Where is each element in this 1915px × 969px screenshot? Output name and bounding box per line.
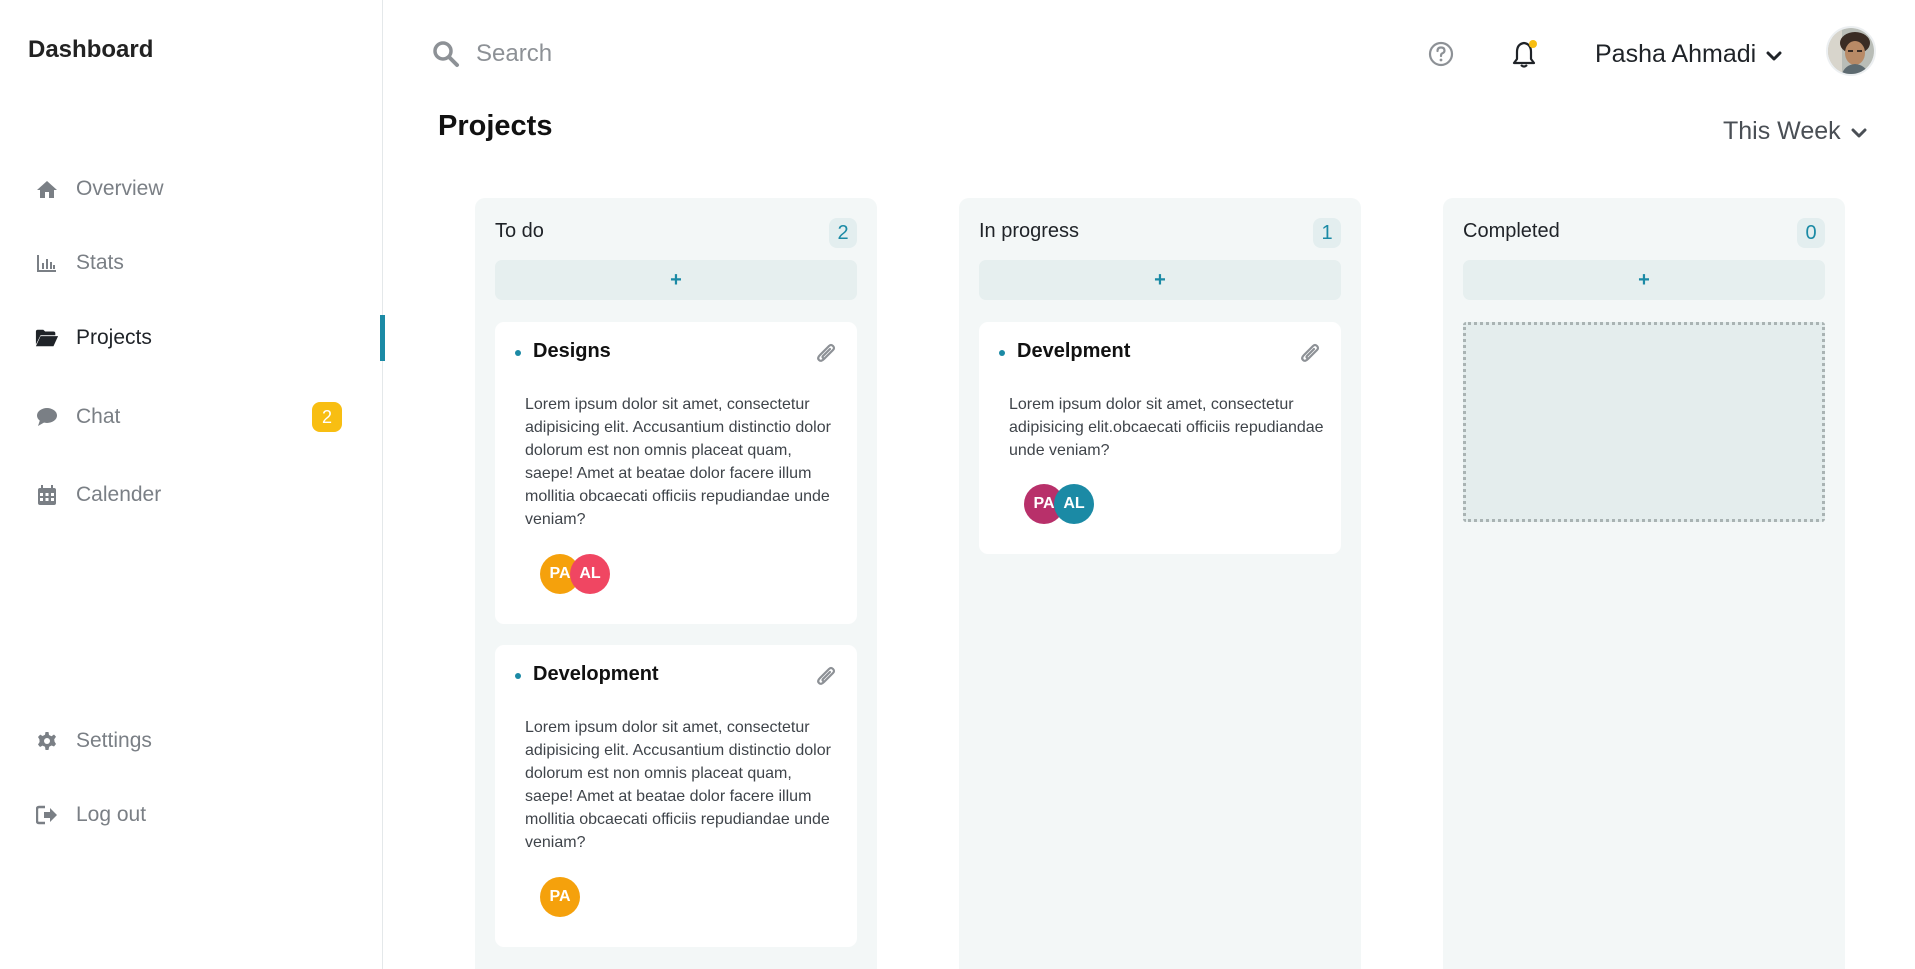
sidebar-item-label: Overview [76,177,164,200]
sidebar-item-chat[interactable]: Chat 2 [35,392,383,442]
task-card[interactable]: Develpment Lorem ipsum dolor sit amet, c… [979,322,1341,554]
page-title: Projects [438,110,553,142]
sidebar-item-label: Log out [76,803,147,826]
assignee-avatar[interactable]: AL [1054,484,1094,524]
active-indicator [380,315,385,361]
assignee-avatar[interactable]: PA [540,877,580,917]
sidebar-item-settings[interactable]: Settings [35,716,383,766]
card-description: Lorem ipsum dolor sit amet, consectetur … [525,396,831,528]
logout-icon [35,803,59,827]
task-card[interactable]: Designs Lorem ipsum dolor sit amet, cons… [495,322,857,624]
home-icon [35,177,59,201]
brand-title: Dashboard [28,36,154,63]
sidebar-item-calender[interactable]: Calender [35,470,383,520]
paperclip-icon[interactable] [815,665,837,694]
user-menu[interactable]: Pasha Ahmadi [1595,40,1782,69]
card-assignees: PA AL [1024,484,1094,524]
column-title: Completed [1463,220,1560,242]
card-bullet [515,673,521,679]
assignee-avatar[interactable]: AL [570,554,610,594]
card-assignees: PA AL [540,554,610,594]
sidebar-item-stats[interactable]: Stats [35,238,383,288]
chat-count-badge: 2 [312,402,342,432]
add-card-button[interactable]: + [495,260,857,300]
folder-open-icon [35,326,59,350]
task-card[interactable]: Development Lorem ipsum dolor sit amet, … [495,645,857,947]
column-count-badge: 0 [1797,218,1825,248]
sidebar-item-label: Settings [76,729,152,752]
chevron-down-icon [1766,40,1782,69]
sidebar-item-label: Projects [76,326,152,349]
chat-bubble-icon [35,405,59,429]
sidebar-item-label: Chat [76,405,121,428]
search-input[interactable] [476,36,876,72]
card-description: Lorem ipsum dolor sit amet, consectetur … [525,719,831,851]
card-title: Designs [533,340,611,362]
period-selector[interactable]: This Week [1723,117,1867,146]
column-title: In progress [979,220,1080,242]
card-bullet [999,350,1005,356]
user-avatar[interactable] [1826,26,1876,76]
paperclip-icon[interactable] [815,342,837,371]
card-title: Development [533,663,659,685]
period-label: This Week [1723,117,1841,145]
card-description: Lorem ipsum dolor sit amet, consectetur … [1009,396,1324,459]
card-drop-zone[interactable] [1463,322,1825,522]
board-column-todo: To do 2 + Designs Lorem ipsum dolor sit … [475,198,877,969]
paperclip-icon[interactable] [1299,342,1321,371]
board-column-completed: Completed 0 + [1443,198,1845,969]
column-count-badge: 1 [1313,218,1341,248]
help-circle-icon[interactable] [1428,41,1454,72]
card-assignees: PA [540,877,580,917]
board-column-in-progress: In progress 1 + Develpment Lorem ipsum d… [959,198,1361,969]
sidebar-item-projects[interactable]: Projects [35,313,385,363]
card-title: Develpment [1017,340,1131,362]
gear-icon [35,729,59,753]
user-name-label: Pasha Ahmadi [1595,40,1757,68]
calendar-icon [35,483,59,507]
add-card-button[interactable]: + [979,260,1341,300]
column-count-badge: 2 [829,218,857,248]
sidebar-item-label: Stats [76,251,124,274]
bell-icon[interactable] [1512,39,1540,74]
search-icon[interactable] [432,40,460,73]
column-title: To do [495,220,544,242]
sidebar-item-logout[interactable]: Log out [35,790,383,840]
sidebar-item-label: Calender [76,483,162,506]
sidebar: Dashboard Overview Stats Projects Chat 2… [0,0,385,969]
chevron-down-icon [1851,117,1867,146]
card-bullet [515,350,521,356]
bar-chart-icon [35,251,59,275]
sidebar-item-overview[interactable]: Overview [35,164,383,214]
add-card-button[interactable]: + [1463,260,1825,300]
